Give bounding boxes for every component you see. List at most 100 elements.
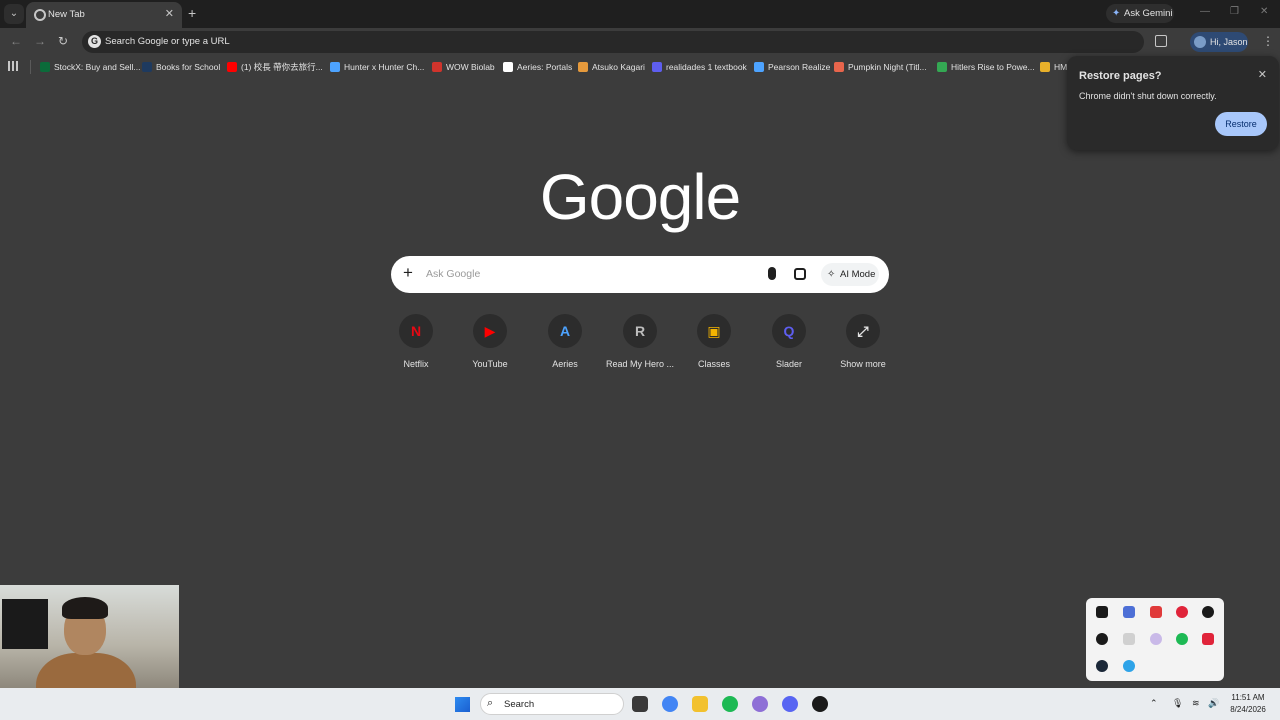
bookmark-label: Atsuko Kagari [592,62,645,72]
restore-button[interactable]: Restore [1215,112,1267,136]
shortcut-glyph: ▣ [707,323,721,339]
clock[interactable]: 11:51 AM 8/24/2026 [1224,692,1272,716]
bookmark-favicon-icon [40,62,50,72]
bookmark-item[interactable]: (1) 校長 帶你去旅行... [227,60,323,74]
lightning-icon[interactable] [1150,606,1162,618]
bookmark-label: Pumpkin Night (Titl... [848,62,927,72]
bookmark-label: HM [1054,62,1068,72]
lens-icon[interactable] [794,268,806,280]
tab-strip: ⌄ New Tab ✕ + ✦ Ask Gemini — ❐ ✕ [0,0,1280,28]
popup-message: Chrome didn't shut down correctly. [1079,91,1217,101]
chevron-up-icon[interactable]: ⌃ [1150,698,1158,709]
extensions-icon[interactable] [1155,35,1167,47]
bookmark-label: StockX: Buy and Sell... [54,62,141,72]
app-taskbar-icon[interactable] [812,696,828,712]
bookmark-favicon-icon [1040,62,1050,72]
bookmark-item[interactable]: Hitlers Rise to Powe... [937,60,1035,74]
tray-app-icon[interactable] [1202,606,1214,618]
shortcut-tile[interactable]: ▣ Classes [678,314,750,374]
steam-icon[interactable] [1096,660,1108,672]
back-icon[interactable]: ← [10,34,22,48]
omnibox[interactable]: G Search Google or type a URL [82,31,1144,53]
search-input[interactable]: Ask Google [426,268,480,280]
avatar [1194,36,1206,48]
wifi-icon[interactable]: ≋ [1192,698,1200,709]
omnibox-text: Search Google or type a URL [105,36,230,47]
minimize-icon[interactable]: — [1200,6,1210,17]
bookmark-label: (1) 校長 帶你去旅行... [241,62,323,72]
chrome-taskbar-icon[interactable] [662,696,678,712]
browser-window: ⌄ New Tab ✕ + ✦ Ask Gemini — ❐ ✕ ← → ↻ G… [0,0,1280,688]
forward-icon[interactable]: → [34,34,46,48]
close-window-icon[interactable]: ✕ [1260,6,1268,17]
profile-button[interactable]: Hi, Jason [1190,32,1248,52]
add-icon[interactable]: + [403,263,413,283]
windows-start-icon[interactable] [455,697,470,712]
shortcut-tile[interactable]: ▶ YouTube [454,314,526,374]
bookmark-item[interactable]: StockX: Buy and Sell... [40,60,140,74]
tab-new-tab[interactable]: New Tab ✕ [26,2,182,28]
bookmark-item[interactable]: Atsuko Kagari [578,60,645,74]
ask-gemini-button[interactable]: ✦ Ask Gemini [1106,4,1174,23]
new-tab-button[interactable]: + [188,5,196,21]
ai-mode-icon: ✧ [827,269,836,280]
bookmark-item[interactable]: HM [1040,60,1067,74]
volume-icon[interactable]: 🔊 [1208,698,1219,709]
bookmark-favicon-icon [834,62,844,72]
taskbar-search[interactable]: ⌕ Search [480,693,624,715]
more-menu-icon[interactable]: ⋮ [1262,34,1274,48]
tray-app-icon[interactable] [1096,633,1108,645]
bookmark-label: realidades 1 textbook [666,62,747,72]
shortcut-icon: A [548,314,582,348]
tor-icon[interactable] [752,696,768,712]
search-box[interactable]: + Ask Google ✧ AI Mode [391,256,889,293]
shortcut-tile[interactable]: ⤢ Show more [827,314,899,374]
ask-gemini-label: Ask Gemini [1124,8,1173,19]
ai-mode-button[interactable]: ✧ AI Mode [821,263,879,286]
bookmark-item[interactable]: Hunter x Hunter Ch... [330,60,424,74]
maximize-icon[interactable]: ❐ [1230,6,1239,17]
close-icon[interactable]: ✕ [1258,68,1267,81]
edge-icon[interactable] [1123,660,1135,672]
bookmark-label: Hitlers Rise to Powe... [951,62,1035,72]
bookmark-item[interactable]: WOW Biolab [432,60,495,74]
bookmark-item[interactable]: Pumpkin Night (Titl... [834,60,927,74]
bookmark-item[interactable]: Aeries: Portals [503,60,572,74]
bookmark-favicon-icon [578,62,588,72]
person-hair [62,597,108,619]
bookmark-item[interactable]: Pearson Realize [754,60,830,74]
discord-icon[interactable] [1123,633,1135,645]
spotify-taskbar-icon[interactable] [722,696,738,712]
bookmark-item[interactable]: Books for School [142,60,220,74]
vivaldi-icon[interactable] [1202,633,1214,645]
popup-title: Restore pages? [1079,70,1162,82]
bookmark-favicon-icon [142,62,152,72]
google-logo: Google [539,161,741,233]
spotify-icon[interactable] [1176,633,1188,645]
bookmark-label: Books for School [156,62,221,72]
record-icon[interactable] [1176,606,1188,618]
discord-taskbar-icon[interactable] [782,696,798,712]
bookmark-label: Pearson Realize [768,62,831,72]
shortcut-icon: ▶ [473,314,507,348]
bookmark-item[interactable]: realidades 1 textbook [652,60,747,74]
file-explorer-icon[interactable] [692,696,708,712]
reload-icon[interactable]: ↻ [58,34,68,48]
tray-app-icon[interactable] [1123,606,1135,618]
mic-tray-icon[interactable]: 🎙 [1172,698,1183,709]
tab-search-button[interactable]: ⌄ [4,4,24,24]
mic-icon[interactable] [768,267,776,280]
shortcut-tile[interactable]: R Read My Hero ... [604,314,676,374]
apps-grid-icon[interactable] [8,61,18,71]
nvidia-icon[interactable] [1096,606,1108,618]
taskbar-search-label: Search [504,699,535,710]
shortcut-label: Show more [840,359,886,369]
shortcut-glyph: Q [783,323,795,339]
shortcut-tile[interactable]: A Aeries [529,314,601,374]
close-tab-icon[interactable]: ✕ [165,7,174,20]
tab-title: New Tab [48,9,85,20]
shortcut-tile[interactable]: Q Slader [753,314,825,374]
tray-app-icon[interactable] [1150,633,1162,645]
task-view-icon[interactable] [632,696,648,712]
shortcut-tile[interactable]: N Netflix [380,314,452,374]
